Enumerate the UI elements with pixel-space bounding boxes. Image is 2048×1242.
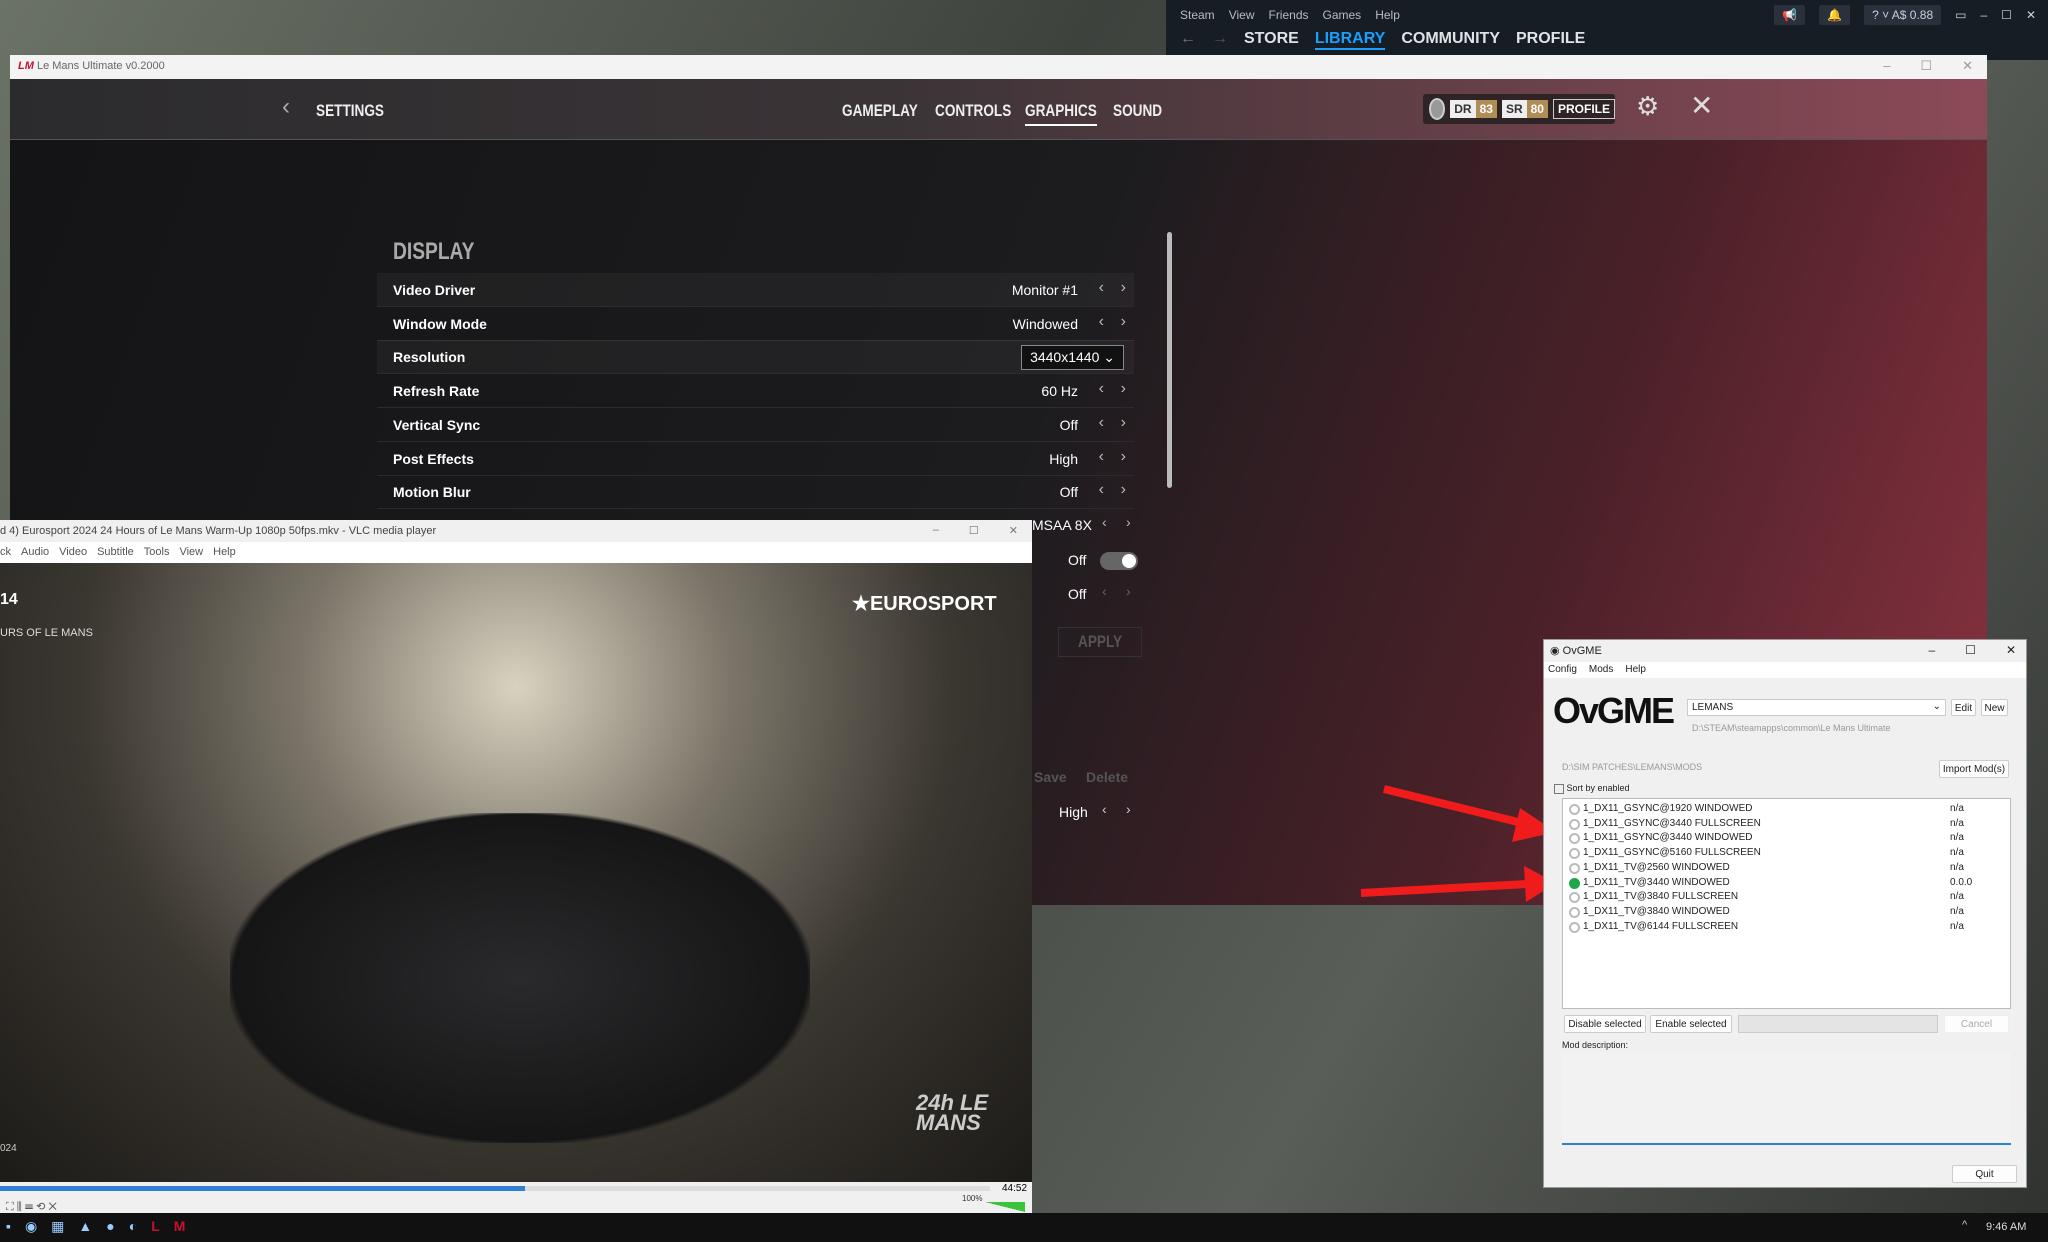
tray-chevron-icon[interactable]: ^ (1962, 1219, 1967, 1231)
progress-bar (1738, 1015, 1938, 1033)
mod-version: n/a (1950, 920, 1964, 932)
mod-name: 1_DX11_TV@3840 WINDOWED (1583, 905, 1730, 917)
ovgme-window: ◉ OvGME – ☐ ✕ Config Mods Help OvGME LEMANS ⌄… (1543, 639, 2027, 1188)
mod-version: n/a (1950, 847, 1964, 859)
volume-label: 100% (962, 1194, 983, 1203)
mod-version: n/a (1950, 905, 1964, 917)
profile-select[interactable]: LEMANS ⌄ (1687, 699, 1946, 716)
profile-value: LEMANS (1692, 702, 1734, 713)
close-icon[interactable]: ✕ (2006, 643, 2016, 657)
taskbar: ▪◉▦▲●◐LM ^ 9:46 AM (0, 1213, 2048, 1242)
enable-selected-button[interactable]: Enable selected (1650, 1015, 1732, 1033)
circle-icon (1569, 862, 1580, 874)
mod-name: 1_DX11_GSYNC@3440 WINDOWED (1583, 832, 1753, 844)
check-circle-icon (1569, 877, 1580, 889)
list-item[interactable]: 1_DX11_TV@3840 FULLSCREEN n/a (1569, 891, 1999, 905)
ovgme-title: OvGME (1562, 645, 1602, 657)
mod-version: 0.0.0 (1950, 876, 1973, 888)
mod-version: n/a (1950, 832, 1964, 844)
maximize-icon[interactable]: ☐ (1965, 643, 1976, 657)
circle-icon (1569, 848, 1580, 860)
list-item[interactable]: 1_DX11_GSYNC@3440 WINDOWED n/a (1569, 832, 1999, 846)
list-item[interactable]: 1_DX11_TV@6144 FULLSCREEN n/a (1569, 921, 1999, 935)
clock: 9:46 AM (1986, 1221, 2027, 1233)
red-arrow-1 (1383, 785, 1556, 842)
red-arrow-2 (1360, 866, 1556, 902)
ovgme-icon: ◉ (1550, 645, 1560, 657)
mods-list[interactable]: 1_DX11_GSYNC@1920 WINDOWED n/a 1_DX11_GSYN… (1562, 798, 2011, 1009)
mod-version: n/a (1950, 891, 1964, 903)
list-item[interactable]: 1_DX11_TV@2560 WINDOWED n/a (1569, 862, 1999, 876)
menu-help[interactable]: Help (1625, 664, 1646, 678)
mods-path: D:\SIM PATCHES\LEMANS\MODS (1562, 762, 1703, 772)
quit-button[interactable]: Quit (1952, 1165, 2017, 1183)
mod-name: 1_DX11_TV@6144 FULLSCREEN (1583, 920, 1739, 932)
list-item[interactable]: 1_DX11_GSYNC@3440 FULLSCREEN n/a (1569, 818, 1999, 832)
mod-name: 1_DX11_GSYNC@5160 FULLSCREEN (1583, 847, 1761, 859)
menu-config[interactable]: Config (1548, 664, 1577, 678)
ovgme-logo: OvGME (1553, 690, 1675, 731)
list-item[interactable]: 1_DX11_GSYNC@5160 FULLSCREEN n/a (1569, 847, 1999, 861)
taskbar-apps[interactable]: ▪◉▦▲●◐LM (6, 1218, 199, 1235)
mod-name: 1_DX11_GSYNC@3440 FULLSCREEN (1583, 817, 1761, 829)
minimize-icon[interactable]: – (1928, 643, 1935, 657)
sort-label: Sort by enabled (1566, 783, 1630, 793)
circle-icon (1569, 818, 1580, 830)
circle-icon (1569, 804, 1580, 815)
chevron-down-icon: ⌄ (1932, 701, 1941, 712)
mod-name: 1_DX11_GSYNC@1920 WINDOWED (1583, 803, 1753, 814)
mod-name: 1_DX11_TV@2560 WINDOWED (1583, 861, 1730, 873)
mod-version: n/a (1950, 861, 1964, 873)
mod-version: n/a (1950, 803, 1964, 814)
list-item[interactable]: 1_DX11_GSYNC@1920 WINDOWED n/a (1569, 803, 1999, 817)
game-path: D:\STEAM\steamapps\common\Le Mans Ultima… (1692, 723, 1891, 733)
circle-icon (1569, 921, 1580, 933)
circle-icon (1569, 906, 1580, 918)
new-button[interactable]: New (1981, 699, 2008, 716)
cancel-button[interactable]: Cancel (1944, 1015, 2009, 1033)
mod-description-label: Mod description: (1562, 1040, 1629, 1050)
mod-version: n/a (1950, 817, 1964, 829)
sort-checkbox[interactable] (1554, 783, 1564, 794)
circle-icon (1569, 833, 1580, 845)
mod-description-textarea[interactable] (1562, 1052, 2011, 1145)
menu-mods[interactable]: Mods (1589, 664, 1613, 678)
list-item[interactable]: 1_DX11_TV@3440 WINDOWED 0.0.0 (1569, 877, 1999, 891)
circle-icon (1569, 892, 1580, 904)
disable-selected-button[interactable]: Disable selected (1564, 1015, 1646, 1033)
mod-name: 1_DX11_TV@3840 FULLSCREEN (1583, 891, 1739, 903)
import-mods-button[interactable]: Import Mod(s) (1939, 760, 2009, 778)
list-item[interactable]: 1_DX11_TV@3840 WINDOWED n/a (1569, 906, 1999, 920)
edit-button[interactable]: Edit (1951, 699, 1976, 716)
mod-name: 1_DX11_TV@3440 WINDOWED (1583, 876, 1730, 888)
